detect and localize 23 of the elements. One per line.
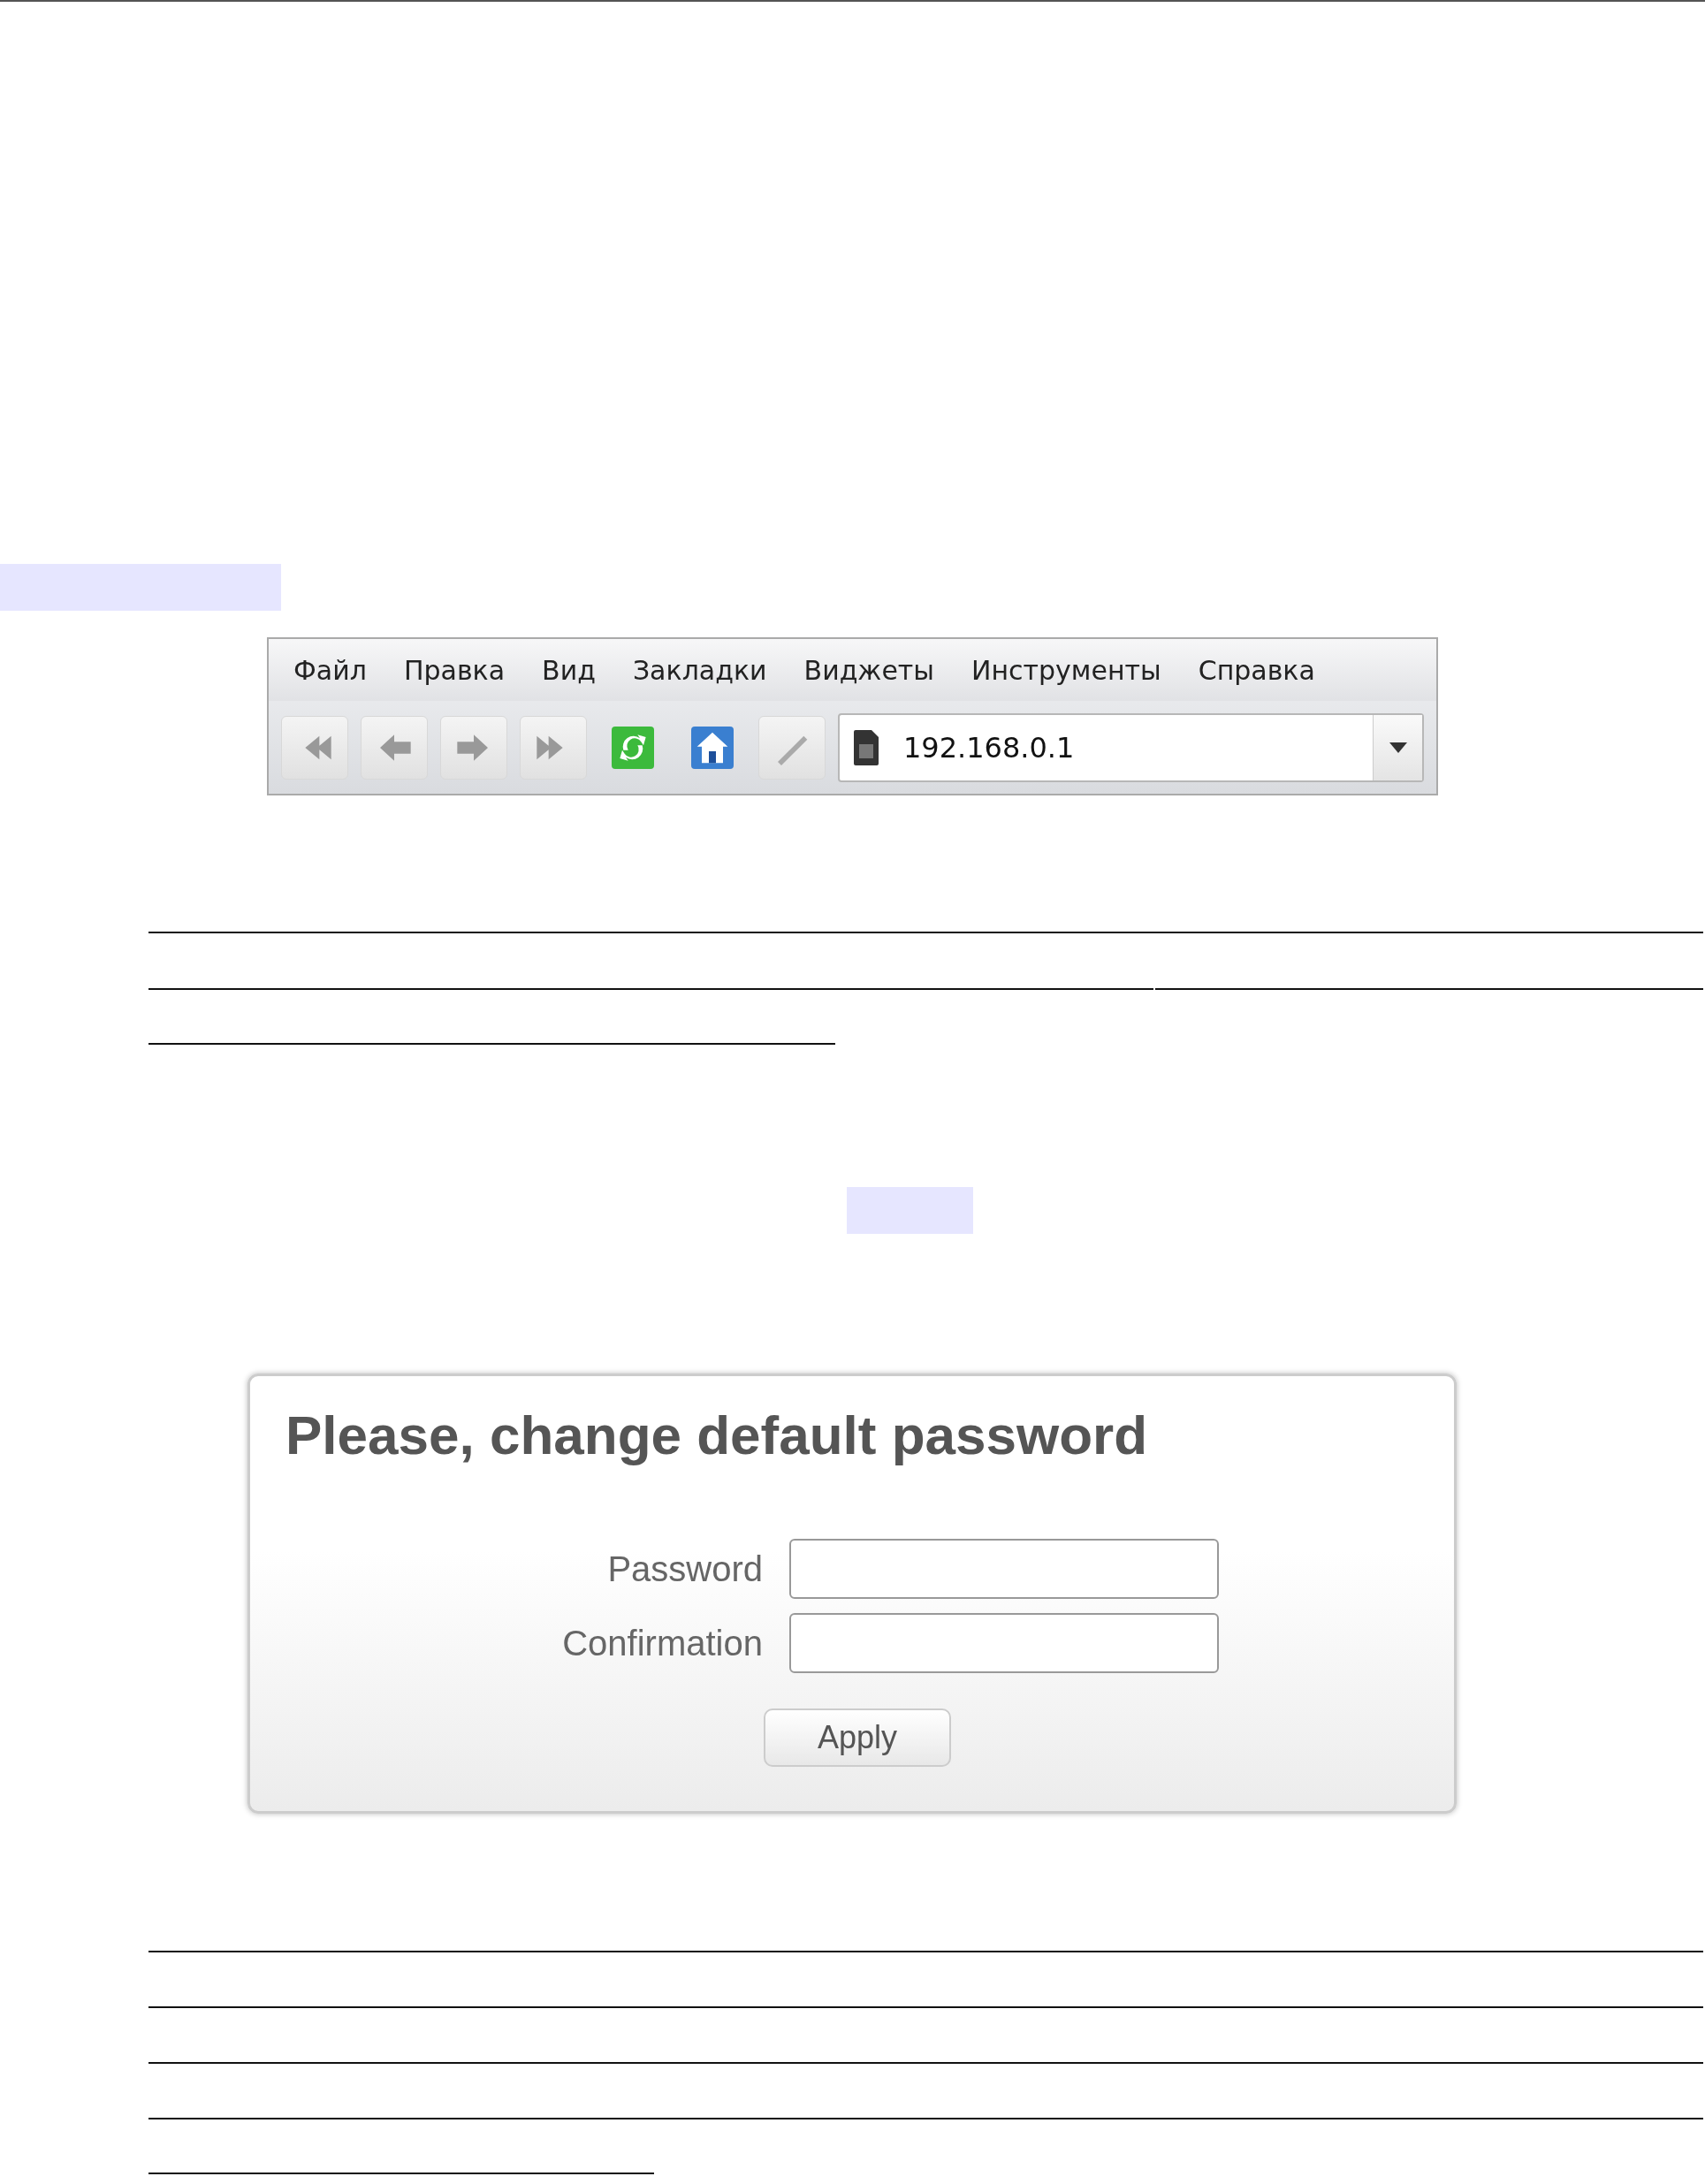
- apply-button[interactable]: Apply: [764, 1708, 951, 1768]
- back-arrow-button[interactable]: [361, 715, 428, 780]
- password-field[interactable]: [789, 1613, 1219, 1674]
- fast-forward-button[interactable]: [520, 715, 587, 780]
- menu-item[interactable]: Закладки: [632, 650, 767, 690]
- reload-icon: [612, 726, 654, 769]
- address-field[interactable]: 192.168.0.1: [838, 712, 1424, 782]
- dialog-title: Please, change default password: [285, 1404, 1149, 1467]
- menu-item[interactable]: Виджеты: [803, 650, 934, 690]
- field-label: Confirmation: [561, 1623, 764, 1665]
- menu-item[interactable]: Инструменты: [971, 650, 1161, 690]
- menu-item[interactable]: Справка: [1198, 650, 1315, 690]
- home-icon: [691, 726, 734, 769]
- forward-arrow-button[interactable]: [440, 715, 507, 780]
- menu-item[interactable]: Вид: [542, 650, 596, 690]
- rewind-button[interactable]: [281, 715, 348, 780]
- caret-icon: [1389, 742, 1407, 753]
- menu-item[interactable]: Правка: [403, 650, 506, 690]
- page-icon: [854, 729, 879, 765]
- field-label: Password: [606, 1549, 764, 1591]
- password-field[interactable]: [789, 1539, 1219, 1600]
- dropdown-button[interactable]: [1373, 714, 1422, 780]
- menu-item[interactable]: Файл: [293, 650, 367, 690]
